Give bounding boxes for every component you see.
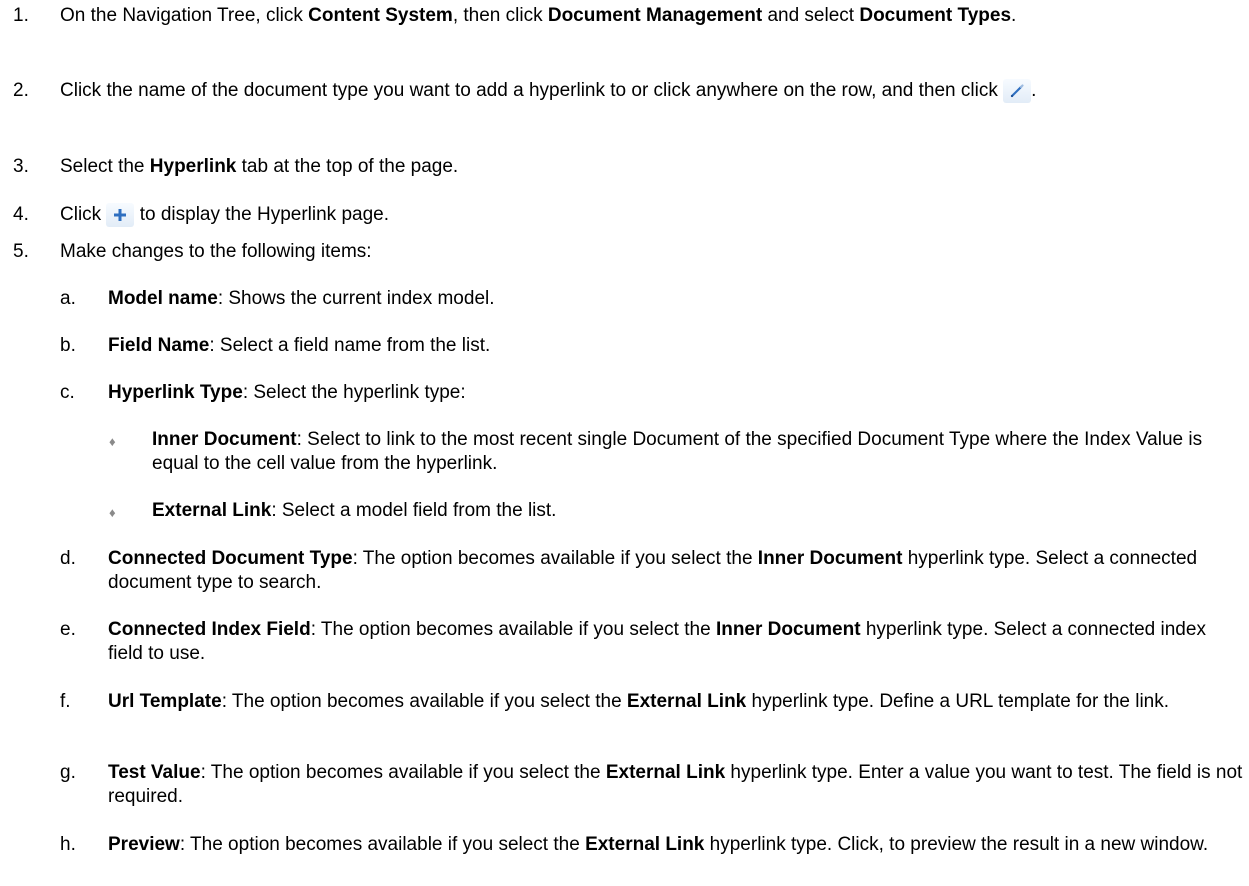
step-number: 1. [13,5,29,26]
text-run: Select the [60,156,150,177]
text-run: : Select the hyperlink type: [242,382,466,403]
term: Connected Document Type [108,548,353,569]
term: External Link [605,762,726,783]
item-text: Url Template: The option becomes availab… [108,690,1243,714]
text-run: Click the name of the document type you … [60,80,1004,102]
hyperlink-tab-label: Hyperlink [149,156,237,177]
text-run: Click [60,204,107,226]
item-text: Preview: The option becomes available if… [108,833,1243,857]
text-run: : The option becomes available if you se… [310,619,716,640]
item-text: Test Value: The option becomes available… [108,761,1243,809]
item-letter: f. [60,691,71,712]
nav-document-types: Document Types [859,5,1012,26]
term: Inner Document [152,429,297,450]
instructions-document: 1. On the Navigation Tree, click Content… [0,0,1249,886]
term: Url Template [108,691,222,712]
diamond-bullet-icon: ♦ [109,505,116,520]
step-text: Click to display the Hyperlink page. [60,203,1240,227]
text-run: . [1031,80,1037,102]
text-run: tab at the top of the page. [236,156,459,177]
step-text: Select the Hyperlink tab at the top of t… [60,155,1240,179]
nav-document-management: Document Management [547,5,763,26]
term: Preview [108,834,180,855]
bullet-text: Inner Document: Select to link to the mo… [152,428,1242,476]
term: Connected Index Field [108,619,311,640]
pencil-icon [1003,79,1032,103]
text-run: hyperlink type. Click, to preview the re… [704,834,1209,855]
term: Inner Document [757,548,903,569]
text-run: and select [762,5,860,26]
text-run: : The option becomes available if you se… [179,834,586,855]
diamond-bullet-icon: ♦ [109,434,116,449]
text-run: : The option becomes available if you se… [352,548,758,569]
step-text: Click the name of the document type you … [60,79,1240,103]
step-number: 2. [13,80,29,101]
text-run: : The option becomes available if you se… [200,762,606,783]
item-letter: c. [60,382,75,403]
item-letter: e. [60,619,76,640]
item-letter: g. [60,762,76,783]
item-letter: b. [60,335,76,356]
step-number: 3. [13,156,29,177]
item-text: Connected Document Type: The option beco… [108,547,1243,595]
item-text: Connected Index Field: The option become… [108,618,1243,666]
text-run: : Shows the current index model. [217,288,495,309]
item-text: Field Name: Select a field name from the… [108,334,1243,358]
term: Test Value [108,762,201,783]
term: External Link [626,691,747,712]
step-text: Make changes to the following items: [60,241,372,262]
step-number: 4. [13,204,29,225]
plus-icon [106,203,135,227]
text-run: hyperlink type. Define a URL template fo… [746,691,1170,712]
term: Model name [108,288,218,309]
text-run: On the Navigation Tree, click [60,5,309,26]
item-text: Hyperlink Type: Select the hyperlink typ… [108,381,1243,405]
nav-content-system: Content System [308,5,453,26]
text-run: , then click [452,5,548,26]
term: External Link [585,834,705,855]
term: Hyperlink Type [108,382,243,403]
item-letter: d. [60,548,76,569]
item-text: Model name: Shows the current index mode… [108,287,1243,311]
item-letter: a. [60,288,76,309]
text-run: : Select to link to the most recent sing… [152,429,1203,474]
text-run: . [1011,5,1017,26]
text-run: to display the Hyperlink page. [134,204,389,226]
item-letter: h. [60,834,76,855]
term: External Link [152,500,272,521]
text-run: : Select a field name from the list. [209,335,491,356]
text-run: : Select a model field from the list. [271,500,557,521]
term: Inner Document [715,619,861,640]
bullet-text: External Link: Select a model field from… [152,499,1242,523]
term: Field Name [108,335,210,356]
step-text: On the Navigation Tree, click Content Sy… [60,4,1240,28]
step-number: 5. [13,241,29,262]
text-run: : The option becomes available if you se… [221,691,627,712]
